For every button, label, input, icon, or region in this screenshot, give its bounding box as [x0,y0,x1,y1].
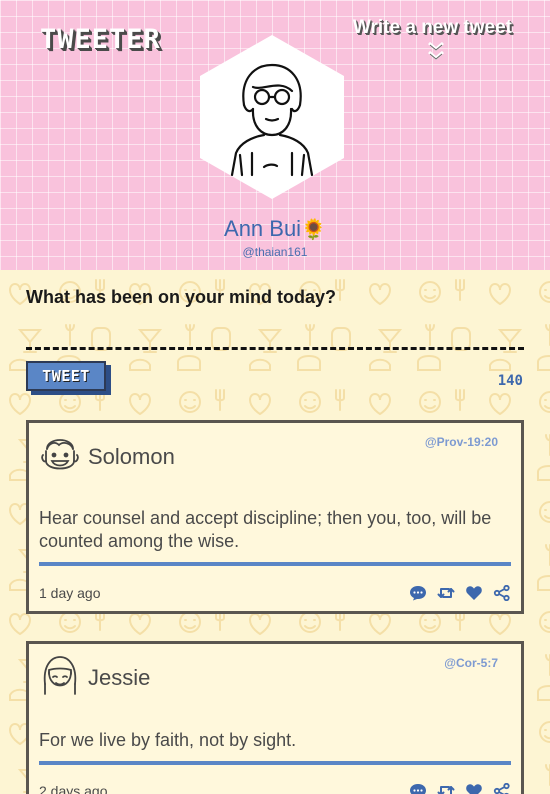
tweet-divider [39,562,511,566]
girl-avatar-icon [230,63,314,177]
tweet-author: Jessie [88,665,151,690]
write-new-tweet-link[interactable]: Write a new tweet [353,17,512,39]
tweet-text: Hear counsel and accept discipline; then… [39,508,492,551]
heart-icon[interactable] [465,783,483,794]
tweet-text: For we live by faith, not by sight. [39,730,297,750]
profile-name: Ann Bui🌻 [0,216,550,242]
character-counter: 140 [497,373,523,389]
tweet-timestamp: 1 day ago [39,585,101,601]
tweet-author: Solomon [88,444,175,469]
tweet-divider [39,761,511,765]
tweet-actions [409,584,511,602]
profile-header: TWEETER Write a new tweet Ann Bui🌻 @thai… [0,0,550,270]
comment-icon[interactable] [409,585,427,601]
brand-logo[interactable]: TWEETER [40,24,161,55]
share-icon[interactable] [493,782,511,794]
heart-icon[interactable] [465,585,483,601]
share-icon[interactable] [493,584,511,602]
man-avatar-icon [41,439,79,470]
retweet-icon[interactable] [437,783,455,794]
tweet-composer-prompt[interactable]: What has been on your mind today? [26,287,336,308]
composer-divider [26,347,524,350]
profile-name-text: Ann Bui [224,216,302,241]
tweet-card: Jessie @Cor-5:7 For we live by faith, no… [26,641,524,794]
sunflower-icon: 🌻 [301,219,326,241]
tweet-card: Solomon @Prov-19:20 Hear counsel and acc… [26,420,524,614]
tweet-handle: @Prov-19:20 [424,435,498,449]
tweet-button[interactable]: TWEET [26,361,106,391]
retweet-icon[interactable] [437,585,455,601]
tweet-actions [409,782,511,794]
profile-avatar [200,35,344,199]
tweet-timestamp: 2 days ago [39,783,108,794]
comment-icon[interactable] [409,783,427,794]
tweet-handle: @Cor-5:7 [444,656,498,670]
profile-handle: @thaian161 [242,245,308,259]
woman-avatar-icon [43,656,77,695]
double-chevron-down-icon[interactable] [427,40,445,62]
